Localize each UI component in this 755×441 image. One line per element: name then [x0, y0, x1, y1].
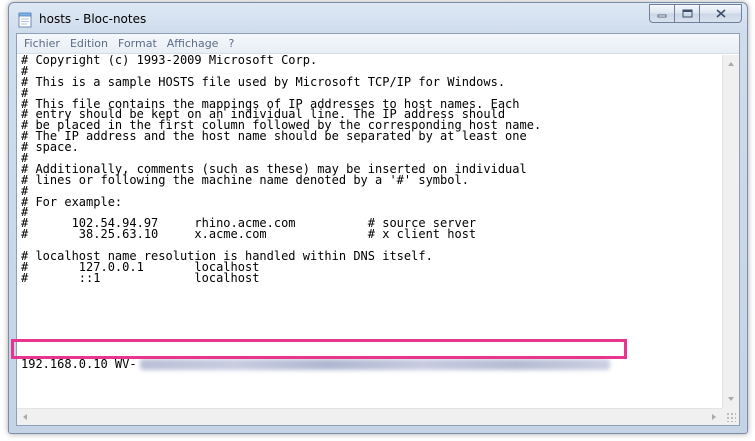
- text-line: # space.: [21, 140, 79, 155]
- redacted-hostname: [139, 358, 610, 370]
- window-title: hosts - Bloc-notes: [39, 12, 147, 26]
- client-area: Fichier Edition Format Affichage ? # Cop…: [16, 33, 740, 426]
- close-button[interactable]: [699, 4, 742, 23]
- highlighted-host-entry: 192.168.0.10 WV-: [21, 357, 610, 371]
- menu-fichier[interactable]: Fichier: [24, 37, 60, 50]
- title-bar[interactable]: hosts - Bloc-notes: [9, 3, 747, 35]
- host-entry-prefix: 192.168.0.10 WV-: [21, 357, 137, 371]
- scroll-up-icon[interactable]: [728, 62, 734, 66]
- text-line: # lines or following the machine name de…: [21, 172, 469, 187]
- menu-help[interactable]: ?: [228, 37, 234, 50]
- notepad-window: hosts - Bloc-notes Fichier Edition Forma…: [8, 2, 748, 434]
- vertical-scrollbar[interactable]: [722, 55, 739, 408]
- text-line: # For example:: [21, 194, 123, 209]
- scroll-down-icon[interactable]: [728, 397, 734, 401]
- horizontal-scrollbar[interactable]: [17, 408, 722, 425]
- text-line: # The IP address and the host name shoul…: [21, 129, 527, 144]
- menu-affichage[interactable]: Affichage: [167, 37, 219, 50]
- size-grip[interactable]: [722, 408, 739, 425]
- minimize-button[interactable]: [649, 4, 675, 23]
- text-line: # ::1 localhost: [21, 270, 260, 285]
- maximize-icon: [682, 9, 692, 18]
- text-line: # Copyright (c) 1993-2009 Microsoft Corp…: [21, 55, 318, 67]
- text-line: # This is a sample HOSTS file used by Mi…: [21, 74, 506, 89]
- scroll-left-icon[interactable]: [23, 414, 27, 420]
- maximize-button[interactable]: [674, 4, 700, 23]
- menu-edition[interactable]: Edition: [70, 37, 108, 50]
- text-editor[interactable]: # Copyright (c) 1993-2009 Microsoft Corp…: [17, 55, 722, 408]
- caption-buttons: [649, 4, 742, 23]
- notepad-icon: [18, 12, 32, 28]
- menu-bar: Fichier Edition Format Affichage ?: [17, 34, 739, 54]
- scroll-right-icon[interactable]: [712, 414, 716, 420]
- hosts-file-text: # Copyright (c) 1993-2009 Microsoft Corp…: [21, 55, 541, 284]
- close-icon: [715, 9, 726, 18]
- text-line: # 38.25.63.10 x.acme.com # x client host: [21, 227, 477, 242]
- minimize-icon: [657, 14, 667, 17]
- menu-format[interactable]: Format: [118, 37, 157, 50]
- resize-grip-icon: [726, 412, 736, 422]
